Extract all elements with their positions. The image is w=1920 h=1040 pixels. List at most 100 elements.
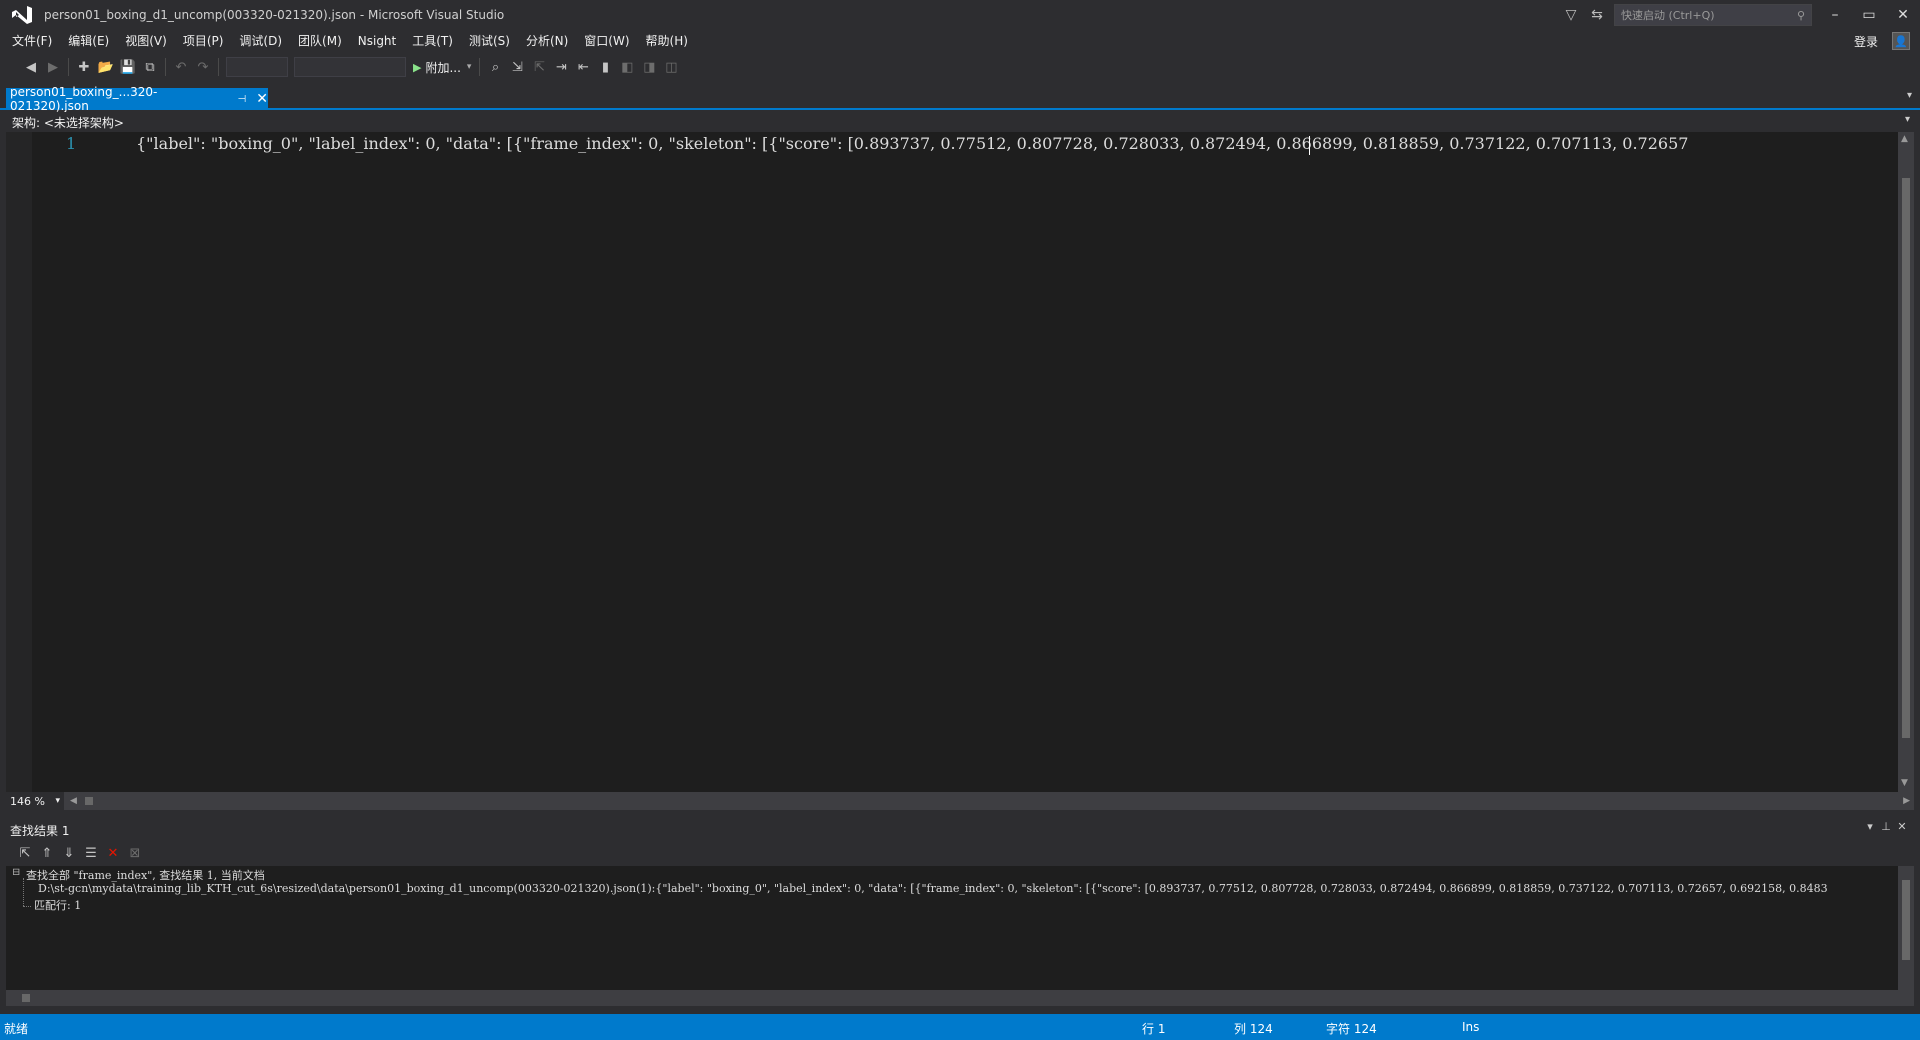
tab-dropdown-icon[interactable]: ▾ — [1907, 90, 1912, 101]
code-line[interactable]: {"label": "boxing_0", "label_index": 0, … — [136, 134, 1898, 153]
scroll-right-icon[interactable]: ▶ — [1903, 796, 1910, 806]
find-in-files-icon[interactable]: ⌕ — [484, 56, 506, 78]
scroll-down-icon[interactable]: ▼ — [1901, 778, 1908, 788]
attach-label: 附加... — [425, 60, 461, 75]
previous-result-icon[interactable]: ⇑ — [36, 842, 58, 864]
scroll-left-icon[interactable]: ◀ — [70, 796, 77, 806]
quick-launch-input[interactable]: 快速启动 (Ctrl+Q) ⚲ — [1614, 4, 1812, 26]
navigation-bar[interactable]: 架构: <未选择架构> ▾ — [6, 112, 1914, 132]
menu-window[interactable]: 窗口(W) — [576, 30, 637, 52]
close-window-button[interactable]: ✕ — [1886, 0, 1920, 30]
forward-icon[interactable]: ▶ — [42, 56, 64, 78]
find-results-list[interactable]: ⊟ 查找全部 "frame_index", 查找结果 1, 当前文档 D:\st… — [6, 866, 1898, 990]
toolbar-separator — [68, 58, 69, 76]
find-results-toolbar: ⇱ ⇑ ⇓ ☰ ✕ ⊠ — [6, 842, 1914, 864]
find-result-line[interactable]: D:\st-gcn\mydata\training_lib_KTH_cut_6s… — [38, 882, 1896, 895]
scrollbar-thumb[interactable] — [1902, 880, 1910, 960]
panel-dropdown-icon[interactable]: ▾ — [1862, 820, 1878, 833]
menu-view[interactable]: 视图(V) — [117, 30, 175, 52]
toolbar-separator — [165, 58, 166, 76]
login-link[interactable]: 登录 — [1840, 33, 1892, 50]
back-icon[interactable]: ◀ — [20, 56, 42, 78]
tree-connector — [23, 906, 31, 907]
scroll-up-icon[interactable]: ▲ — [1901, 134, 1908, 144]
notifications-icon[interactable]: ⇆ — [1584, 0, 1610, 30]
account-icon[interactable]: 👤 — [1892, 32, 1910, 50]
editor-vertical-scrollbar[interactable]: ▲ ▼ — [1898, 132, 1914, 792]
menu-team[interactable]: 团队(M) — [290, 30, 350, 52]
go-to-location-icon[interactable]: ⇱ — [14, 842, 36, 864]
horizontal-scrollbar-thumb[interactable] — [84, 797, 93, 805]
find-results-horizontal-scrollbar[interactable] — [6, 990, 1914, 1006]
menu-nsight[interactable]: Nsight — [350, 30, 405, 52]
find-results-vertical-scrollbar[interactable] — [1898, 866, 1914, 990]
search-icon: ⚲ — [1796, 8, 1805, 22]
next-result-icon[interactable]: ⇓ — [58, 842, 80, 864]
standard-toolbar: ◀ ▶ ✚ 📂 💾 ⧉ ↶ ↷ ▶ 附加... ▾ ⌕ ⇲ ⇱ ⇥ ⇤ ▮ ◧ … — [0, 52, 1920, 82]
solution-configuration-select[interactable] — [226, 57, 288, 77]
scrollbar-thumb[interactable] — [22, 994, 30, 1002]
undo-icon[interactable]: ↶ — [170, 56, 192, 78]
maximize-button[interactable]: ▭ — [1852, 0, 1886, 30]
menu-edit[interactable]: 编辑(E) — [60, 30, 117, 52]
new-project-icon[interactable]: ✚ — [73, 56, 95, 78]
zoom-select[interactable]: 146 % ▾ — [6, 792, 64, 810]
close-icon[interactable]: ✕ — [1894, 820, 1910, 833]
solution-platform-select[interactable] — [294, 57, 406, 77]
document-tab-label: person01_boxing_...320-021320).json — [10, 85, 158, 113]
schema-label: 架构: <未选择架构> — [12, 115, 124, 130]
find-summary: 查找全部 "frame_index", 查找结果 1, 当前文档 — [26, 869, 265, 882]
toggle-icon[interactable]: ⊠ — [124, 842, 146, 864]
outdent-icon[interactable]: ⇤ — [572, 56, 594, 78]
menu-file[interactable]: 文件(F) — [4, 30, 60, 52]
clear-bookmarks-icon[interactable]: ◫ — [660, 56, 682, 78]
close-icon[interactable]: ✕ — [256, 91, 268, 107]
step-over-icon[interactable]: ⇱ — [528, 56, 550, 78]
open-file-icon[interactable]: 📂 — [95, 56, 117, 78]
pin-icon[interactable]: ⊣ — [238, 94, 247, 105]
line-number: 1 — [66, 134, 77, 153]
previous-bookmark-icon[interactable]: ◧ — [616, 56, 638, 78]
zoom-level: 146 % — [10, 794, 45, 808]
status-insert-mode: Ins — [1462, 1020, 1480, 1034]
chevron-down-icon: ▾ — [55, 796, 60, 806]
save-all-icon[interactable]: ⧉ — [139, 56, 161, 78]
clear-all-icon[interactable]: ☰ — [80, 842, 102, 864]
stop-find-icon[interactable]: ✕ — [102, 842, 124, 864]
scrollbar-thumb[interactable] — [1902, 178, 1910, 738]
next-bookmark-icon[interactable]: ◨ — [638, 56, 660, 78]
text-caret — [1309, 136, 1310, 155]
visual-studio-logo-icon — [0, 0, 44, 30]
collapse-icon[interactable]: ⊟ — [12, 867, 20, 878]
bookmark-icon[interactable]: ▮ — [594, 56, 616, 78]
menu-help[interactable]: 帮助(H) — [638, 30, 696, 52]
menu-debug[interactable]: 调试(D) — [231, 30, 290, 52]
quick-launch-placeholder: 快速启动 (Ctrl+Q) — [1621, 9, 1715, 22]
filter-icon[interactable]: ▽ — [1558, 0, 1584, 30]
chevron-down-icon: ▾ — [466, 62, 472, 72]
redo-icon[interactable]: ↷ — [192, 56, 214, 78]
editor-margin — [6, 132, 32, 792]
toolbar-separator — [218, 58, 219, 76]
toolbar-separator — [479, 58, 481, 76]
chevron-down-icon[interactable]: ▾ — [1905, 114, 1910, 125]
save-icon[interactable]: 💾 — [117, 56, 139, 78]
attach-button[interactable]: ▶ 附加... ▾ — [409, 56, 475, 78]
menu-project[interactable]: 项目(P) — [175, 30, 232, 52]
status-line: 行 1 — [1142, 1022, 1166, 1036]
menu-analyze[interactable]: 分析(N) — [518, 30, 576, 52]
menu-test[interactable]: 测试(S) — [461, 30, 518, 52]
minimize-button[interactable]: – — [1818, 0, 1852, 30]
status-ready: 就绪 — [4, 1022, 29, 1036]
window-title: person01_boxing_d1_uncomp(003320-021320)… — [44, 8, 505, 22]
find-results-title: 查找结果 1 — [10, 823, 70, 838]
indent-icon[interactable]: ⇥ — [550, 56, 572, 78]
pin-icon[interactable]: ⊥ — [1878, 820, 1894, 833]
code-editor[interactable]: 1 {"label": "boxing_0", "label_index": 0… — [6, 132, 1898, 792]
document-tab[interactable]: person01_boxing_...320-021320).json ⊣ ✕ — [6, 85, 268, 113]
title-bar: person01_boxing_d1_uncomp(003320-021320)… — [0, 0, 1920, 30]
match-count: 匹配行: 1 — [34, 899, 82, 912]
document-tab-strip: person01_boxing_...320-021320).json ⊣ ✕ … — [0, 85, 1920, 113]
menu-tools[interactable]: 工具(T) — [404, 30, 461, 52]
step-into-icon[interactable]: ⇲ — [506, 56, 528, 78]
